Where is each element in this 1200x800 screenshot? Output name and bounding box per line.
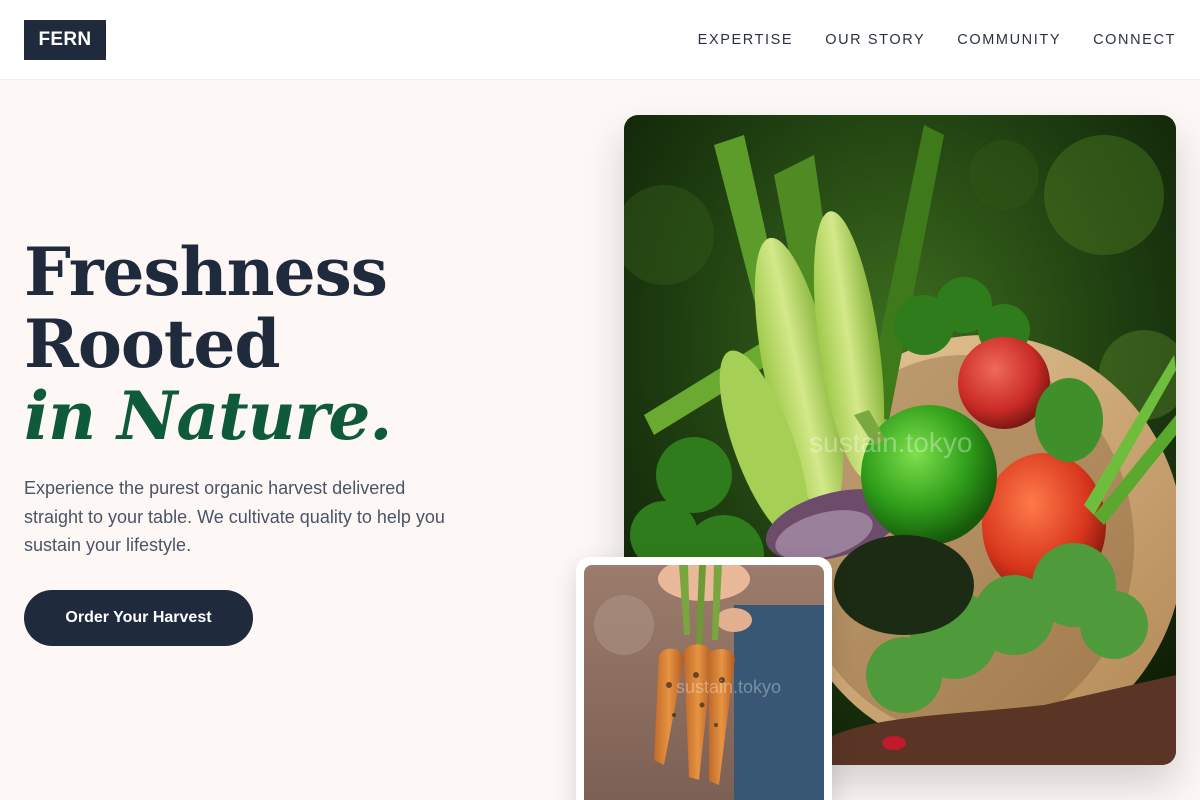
nav-item-expertise[interactable]: EXPERTISE	[698, 32, 794, 48]
carrots-photo-watermark: sustain.tokyo	[676, 677, 781, 697]
site-header: FERN EXPERTISE OUR STORY COMMUNITY CONNE…	[0, 0, 1200, 80]
main-photo-watermark: sustain.tokyo	[809, 427, 972, 458]
carrots-illustration: sustain.tokyo	[584, 565, 824, 800]
nav-item-our-story[interactable]: OUR STORY	[825, 32, 925, 48]
hero-title: Freshness Rooted in Nature.	[24, 233, 392, 455]
order-harvest-button[interactable]: Order Your Harvest	[24, 590, 253, 646]
nav-item-community[interactable]: COMMUNITY	[957, 32, 1061, 48]
hero-title-accent: in Nature.	[24, 377, 392, 455]
carrots-photo-card: sustain.tokyo	[576, 557, 832, 800]
main-nav: EXPERTISE OUR STORY COMMUNITY CONNECT	[698, 0, 1176, 80]
brand-logo[interactable]: FERN	[24, 20, 106, 60]
hero-title-line-1: Freshness	[24, 233, 388, 311]
hero-description: Experience the purest organic harvest de…	[24, 478, 445, 555]
carrots-photo: sustain.tokyo	[584, 565, 824, 800]
nav-item-connect[interactable]: CONNECT	[1093, 32, 1176, 48]
hero-title-line-2: Rooted	[24, 305, 281, 383]
